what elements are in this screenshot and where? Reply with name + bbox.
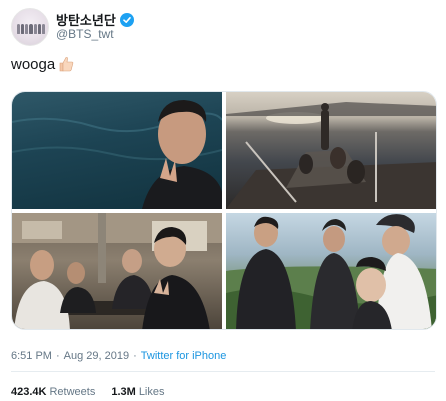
tweet-time[interactable]: 6:51 PM <box>11 350 52 362</box>
tweet-text-content: wooga <box>11 55 56 73</box>
user-handle[interactable]: @BTS_twt <box>56 27 114 41</box>
verified-badge-icon <box>119 12 134 27</box>
likes-stat[interactable]: 1.3M Likes <box>111 386 164 398</box>
tweet-meta: 6:51 PM · Aug 29, 2019 · Twitter for iPh… <box>11 350 226 362</box>
retweets-label: Retweets <box>49 386 96 398</box>
tweet-text: wooga <box>11 55 75 73</box>
photo-sea-selfie[interactable] <box>12 92 222 209</box>
meta-separator: · <box>133 350 137 362</box>
avatar[interactable] <box>11 8 49 46</box>
tweet-card: 방탄소년단 @BTS_twt wooga 6:51 PM · Aug 29, 2… <box>0 0 446 401</box>
photo-boat-sunset[interactable] <box>226 92 436 209</box>
likes-count: 1.3M <box>111 386 136 398</box>
retweets-count: 423.4K <box>11 386 47 398</box>
media-grid[interactable] <box>11 91 437 330</box>
photo-restaurant-group[interactable] <box>12 213 222 329</box>
thumbs-up-emoji-icon <box>57 55 75 73</box>
likes-label: Likes <box>138 386 165 398</box>
photo-coast-group-selfie[interactable] <box>226 213 436 329</box>
tweet-source-link[interactable]: Twitter for iPhone <box>141 350 227 362</box>
group-avatar-icon <box>17 24 45 34</box>
tweet-stats: 423.4K Retweets 1.3M Likes <box>11 386 165 398</box>
tweet-date[interactable]: Aug 29, 2019 <box>64 350 129 362</box>
retweets-stat[interactable]: 423.4K Retweets <box>11 386 95 398</box>
divider <box>11 371 435 372</box>
meta-separator: · <box>55 350 60 362</box>
